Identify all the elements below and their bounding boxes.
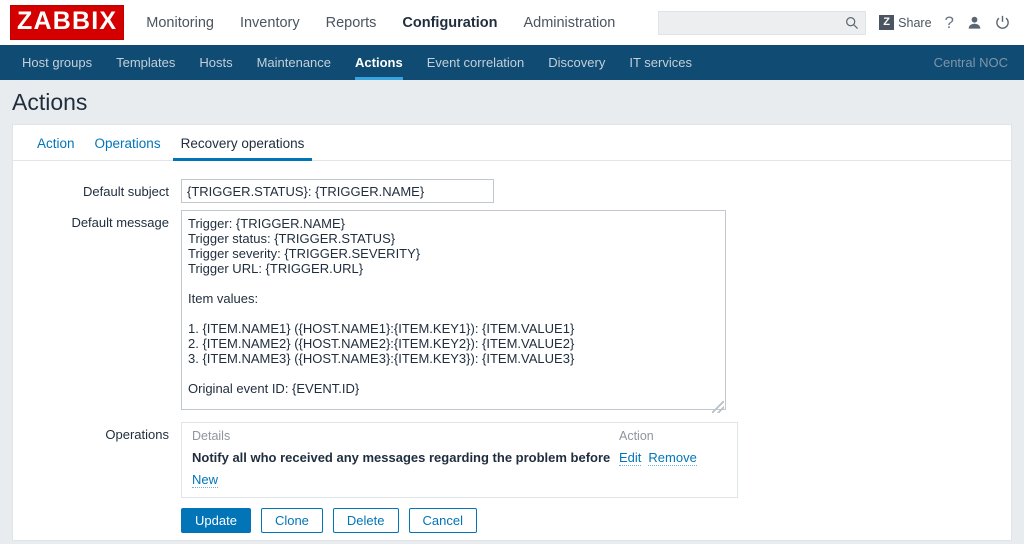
header-actions: Z Share ? bbox=[658, 10, 1010, 35]
subnav-item-host-groups[interactable]: Host groups bbox=[10, 45, 104, 80]
power-icon[interactable] bbox=[995, 15, 1010, 30]
operations-label: Operations bbox=[105, 427, 169, 442]
form-footer: Update Clone Delete Cancel bbox=[13, 505, 1011, 533]
operations-table-header: Details Action bbox=[192, 429, 727, 450]
tab-recovery-operations[interactable]: Recovery operations bbox=[171, 136, 315, 161]
remove-link[interactable]: Remove bbox=[648, 450, 697, 466]
content-card: Action Operations Recovery operations De… bbox=[12, 124, 1012, 541]
menu-item-monitoring[interactable]: Monitoring bbox=[146, 13, 214, 33]
default-message-label: Default message bbox=[71, 215, 169, 230]
recovery-operations-form: Default subject Default message Trigger:… bbox=[13, 161, 1011, 533]
clone-button[interactable]: Clone bbox=[260, 508, 323, 533]
delete-button[interactable]: Delete bbox=[332, 508, 399, 533]
search-icon[interactable] bbox=[845, 16, 859, 30]
default-subject-input[interactable] bbox=[181, 179, 494, 203]
operation-details: Notify all who received any messages reg… bbox=[192, 450, 611, 465]
share-button[interactable]: Z Share bbox=[879, 15, 932, 30]
subnav-item-discovery[interactable]: Discovery bbox=[536, 45, 617, 80]
tab-operations[interactable]: Operations bbox=[85, 136, 171, 160]
footer-spacer bbox=[13, 505, 181, 533]
subnav-item-hosts[interactable]: Hosts bbox=[187, 45, 244, 80]
page-title: Actions bbox=[12, 88, 88, 115]
tab-action[interactable]: Action bbox=[25, 136, 85, 160]
subnav-item-actions[interactable]: Actions bbox=[343, 45, 415, 80]
operation-actions: Edit Remove bbox=[619, 450, 727, 466]
top-header: ZABBIX Monitoring Inventory Reports Conf… bbox=[0, 0, 1024, 45]
subnav-item-it-services[interactable]: IT services bbox=[617, 45, 704, 80]
cancel-button[interactable]: Cancel bbox=[408, 508, 477, 533]
server-name: Central NOC bbox=[933, 55, 1008, 70]
zabbix-share-icon: Z bbox=[879, 15, 895, 30]
user-icon[interactable] bbox=[967, 15, 982, 30]
secondary-nav: Host groups Templates Hosts Maintenance … bbox=[0, 45, 1024, 80]
operations-new-row: New bbox=[192, 471, 727, 489]
new-operation-link[interactable]: New bbox=[192, 472, 219, 488]
subnav-item-maintenance[interactable]: Maintenance bbox=[245, 45, 343, 80]
form-tabs: Action Operations Recovery operations bbox=[13, 125, 1011, 161]
table-row: Notify all who received any messages reg… bbox=[192, 450, 727, 471]
menu-item-inventory[interactable]: Inventory bbox=[240, 13, 300, 33]
share-label: Share bbox=[898, 15, 932, 30]
default-message-textarea[interactable]: Trigger: {TRIGGER.NAME} Trigger status: … bbox=[181, 210, 726, 410]
search-box[interactable] bbox=[658, 10, 867, 35]
update-button[interactable]: Update bbox=[181, 508, 251, 533]
search-input[interactable] bbox=[667, 14, 846, 31]
column-header-action: Action bbox=[619, 429, 654, 443]
form-buttons: Update Clone Delete Cancel bbox=[181, 505, 1011, 533]
menu-item-reports[interactable]: Reports bbox=[326, 13, 377, 33]
edit-link[interactable]: Edit bbox=[619, 450, 642, 466]
default-subject-label: Default subject bbox=[83, 184, 169, 199]
column-header-details: Details bbox=[192, 429, 231, 443]
subnav-item-event-correlation[interactable]: Event correlation bbox=[415, 45, 537, 80]
help-icon[interactable]: ? bbox=[945, 14, 954, 31]
zabbix-logo[interactable]: ZABBIX bbox=[10, 5, 125, 40]
page-header: Actions bbox=[0, 80, 1024, 124]
menu-item-administration[interactable]: Administration bbox=[523, 13, 615, 33]
menu-item-configuration[interactable]: Configuration bbox=[402, 13, 497, 33]
field-operations: Operations Details Action Notify all who… bbox=[13, 422, 1011, 498]
subnav-item-templates[interactable]: Templates bbox=[104, 45, 187, 80]
field-default-message: Default message Trigger: {TRIGGER.NAME} … bbox=[13, 210, 1011, 415]
field-default-subject: Default subject bbox=[13, 179, 1011, 203]
operations-table: Details Action Notify all who received a… bbox=[181, 422, 738, 498]
main-menu: Monitoring Inventory Reports Configurati… bbox=[146, 13, 615, 33]
